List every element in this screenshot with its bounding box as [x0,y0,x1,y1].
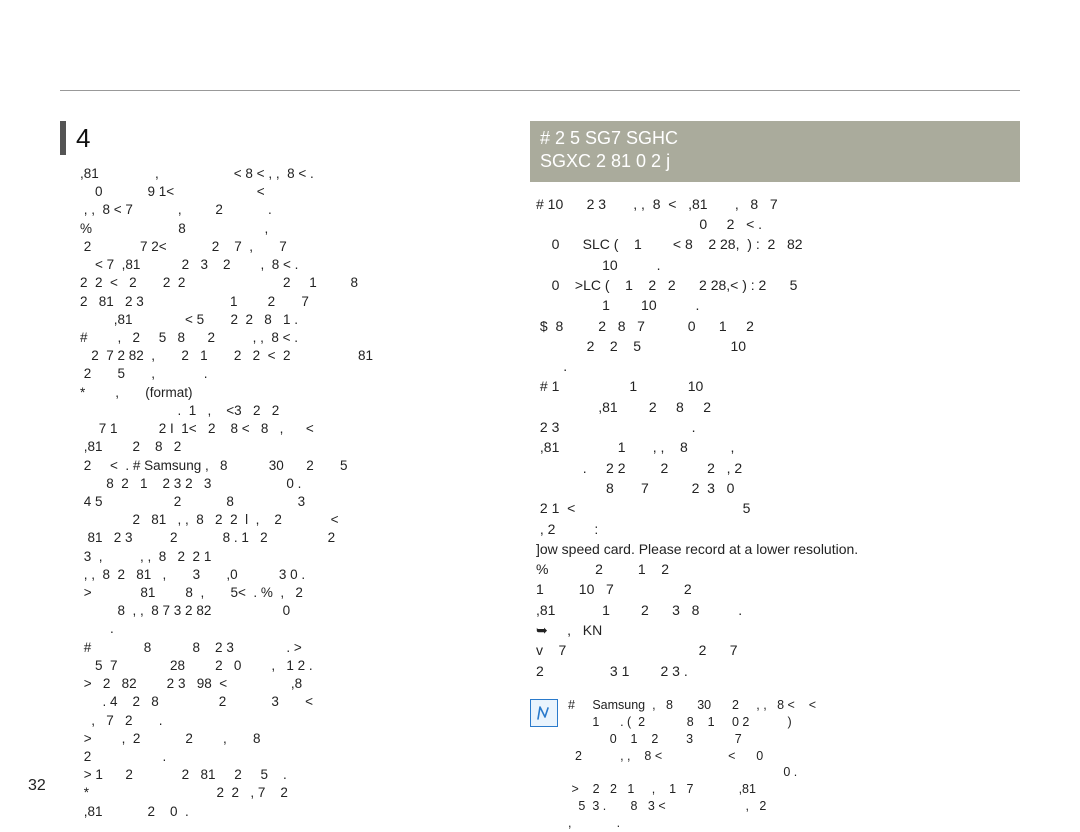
section-bar [60,121,66,155]
note-row: # Samsung , 8 30 2 , , 8 < < 1 . ( 2 8 1… [530,697,1020,832]
note-text: # Samsung , 8 30 2 , , 8 < < 1 . ( 2 8 1… [568,697,1020,832]
right-column: # 2 5 SG7 SGHC SGXC 2 81 0 2 j # 10 2 3 … [530,121,1020,832]
info-header-line2: SGXC 2 81 0 2 j [540,150,1010,173]
left-body-text: ,81 , < 8 < , , 8 < . 0 9 1< < , , 8 < 7… [60,165,500,821]
left-column: 4 ,81 , < 8 < , , 8 < . 0 9 1< < , , 8 <… [60,121,500,832]
note-icon [530,699,558,727]
section-heading: 4 [60,121,500,155]
horizontal-rule [60,90,1020,91]
right-body-text: # 10 2 3 , , 8 < ,81 , 8 7 0 2 < . 0 SLC… [530,194,1020,681]
section-number: 4 [76,123,90,154]
page-number: 32 [28,777,46,795]
info-box-header: # 2 5 SG7 SGHC SGXC 2 81 0 2 j [530,121,1020,182]
info-header-line1: # 2 5 SG7 SGHC [540,127,1010,150]
